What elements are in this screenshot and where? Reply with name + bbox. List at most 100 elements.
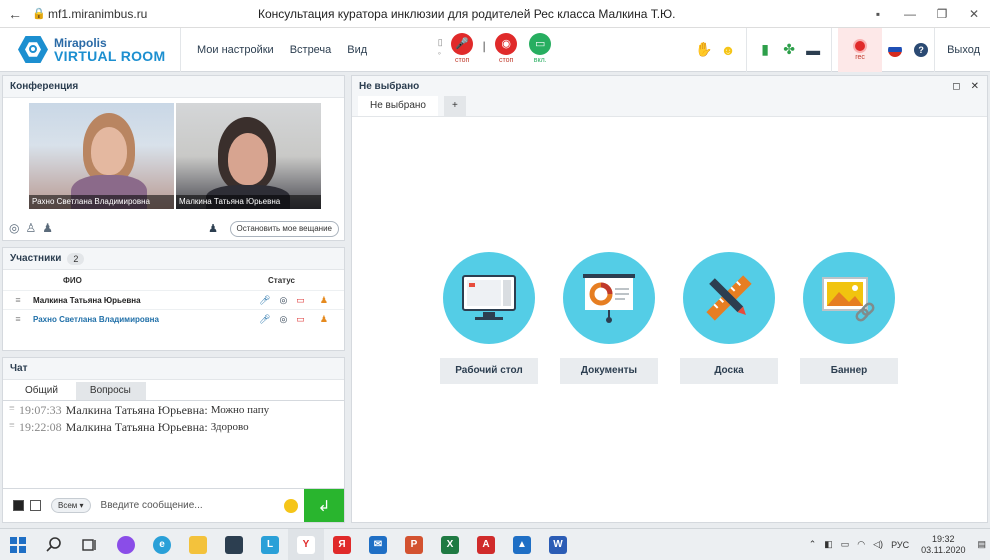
microphone-icon[interactable]: 🎤: [451, 32, 474, 55]
alice-assistant-icon[interactable]: [108, 529, 144, 560]
message-author: Малкина Татьяна Юрьевна:: [65, 420, 208, 434]
notifications-icon[interactable]: ▤: [973, 539, 990, 550]
language-indicator[interactable]: РУС: [887, 540, 913, 550]
help-icon[interactable]: ?: [914, 42, 929, 57]
screen-status-icon[interactable]: ▭: [296, 295, 305, 306]
video-tile-2-name: Малкина Татьяна Юрьевна: [176, 195, 321, 209]
participant-row[interactable]: ≡ Рахно Светлана Владимировна 🎤︎ ◎ ▭ ♟: [3, 309, 344, 328]
tile-whiteboard[interactable]: Доска: [680, 252, 778, 384]
emoji-status-icon[interactable]: ☻: [716, 42, 740, 58]
mic-status-icon[interactable]: 🎤︎: [259, 295, 270, 306]
participant-row[interactable]: ≡ Малкина Татьяна Юрьевна 🎤︎ ◎ ▭ ♟: [3, 290, 344, 309]
message-input[interactable]: Введите сообщение...: [91, 500, 284, 511]
record-button[interactable]: rec: [838, 27, 883, 72]
speaker-icon[interactable]: ♙: [25, 221, 36, 235]
browser-titlebar: ← 🔒 mf1.miranimbus.ru Консультация курат…: [0, 0, 990, 28]
network-icon[interactable]: ✤: [777, 41, 801, 58]
emoji-icon[interactable]: [284, 498, 298, 513]
minimize-icon[interactable]: —: [894, 7, 926, 21]
store-icon[interactable]: [216, 529, 252, 560]
message-menu-icon[interactable]: ≡: [9, 420, 19, 435]
search-icon[interactable]: [36, 529, 72, 560]
menu-meeting[interactable]: Встреча: [282, 44, 340, 56]
word-icon[interactable]: W: [540, 529, 576, 560]
video-tile-2[interactable]: Малкина Татьяна Юрьевна: [176, 103, 321, 209]
screen-on-label: вкл.: [533, 56, 547, 64]
pdf-reader-icon[interactable]: A: [468, 529, 504, 560]
restore-icon[interactable]: ❐: [926, 7, 958, 21]
russian-flag-icon[interactable]: [888, 42, 903, 57]
send-button[interactable]: ↲: [304, 489, 344, 522]
participants-panel: Участники 2 ФИО Статус ≡ Малкина Татьяна…: [2, 247, 345, 351]
mail-icon[interactable]: ✉: [360, 529, 396, 560]
network-tray-icon[interactable]: ◧: [820, 539, 837, 550]
poll-chart-icon[interactable]: ▮: [753, 41, 777, 58]
volume-slider[interactable]: ┃: [479, 33, 489, 63]
background-color-icon[interactable]: [30, 500, 41, 511]
task-view-icon[interactable]: [72, 529, 108, 560]
mic-status-icon[interactable]: 🎤︎: [259, 314, 270, 325]
tab-general[interactable]: Общий: [11, 382, 72, 400]
wifi-icon[interactable]: ◠: [853, 539, 869, 550]
browser-url[interactable]: mf1.miranimbus.ru: [48, 7, 218, 21]
yandex-icon[interactable]: Я: [324, 529, 360, 560]
powerpoint-icon[interactable]: P: [396, 529, 432, 560]
cam-status-icon[interactable]: ◎: [279, 314, 287, 325]
app-l-icon[interactable]: L: [252, 529, 288, 560]
stop-broadcast-button[interactable]: Остановить мое вещание: [229, 221, 339, 237]
screen-share-icon[interactable]: ▭: [529, 32, 552, 55]
tile-desktop[interactable]: Рабочий стол: [440, 252, 538, 384]
header-right-tools: ✋ ☻ ▮ ✤ ▬ rec ? Выход: [692, 27, 990, 72]
participants-table-header: ФИО Статус: [3, 270, 344, 290]
edge-browser-icon[interactable]: e: [144, 529, 180, 560]
folder-icon[interactable]: ▬: [801, 42, 825, 58]
back-arrow-icon[interactable]: ←: [0, 6, 30, 22]
video-tile-1[interactable]: Рахно Светлана Владимировна: [29, 103, 174, 209]
presenter-icon[interactable]: ♟: [42, 221, 53, 235]
tab-questions[interactable]: Вопросы: [75, 382, 146, 400]
maximize-icon[interactable]: ◻: [952, 81, 960, 92]
drag-handle-icon[interactable]: ≡: [3, 314, 33, 324]
tab-not-selected[interactable]: Не выбрано: [358, 96, 438, 116]
close-window-icon[interactable]: ✕: [958, 7, 990, 21]
text-color-icon[interactable]: [13, 500, 24, 511]
message-menu-icon[interactable]: ≡: [9, 403, 19, 418]
tile-banner-label: Баннер: [800, 358, 898, 384]
screen-status-icon[interactable]: ▭: [296, 314, 305, 325]
add-tab-button[interactable]: +: [444, 96, 466, 116]
tile-desktop-label: Рабочий стол: [440, 358, 538, 384]
file-explorer-icon[interactable]: [180, 529, 216, 560]
chevron-up-icon[interactable]: ⌃: [805, 539, 821, 550]
clock[interactable]: 19:32 03.11.2020: [913, 534, 973, 556]
user-role-icon: ♟: [319, 294, 328, 305]
excel-icon[interactable]: X: [432, 529, 468, 560]
raise-hand-icon[interactable]: ✋: [692, 41, 716, 58]
mic-level-indicator[interactable]: ▯ ◦: [435, 33, 445, 63]
mirapolis-logo: Mirapolis VIRTUAL ROOM: [0, 35, 180, 65]
camera-indicator-icon[interactable]: ▪: [862, 7, 894, 21]
menu-my-settings[interactable]: Мои настройки: [189, 44, 282, 56]
camera-settings-icon[interactable]: ◎: [9, 221, 19, 235]
browser-title: Консультация куратора инклюзии для родит…: [258, 6, 676, 21]
recipient-select[interactable]: Всем ▾: [51, 498, 91, 513]
message-time: 19:22:08: [19, 420, 62, 434]
battery-icon[interactable]: ▭: [837, 539, 854, 550]
close-icon[interactable]: ✕: [971, 81, 979, 92]
participant-name: Рахно Светлана Владимировна: [33, 314, 159, 324]
exit-button[interactable]: Выход: [934, 27, 990, 72]
tile-banner[interactable]: Баннер: [800, 252, 898, 384]
menu-view[interactable]: Вид: [339, 44, 375, 56]
workspace-header: Не выбрано ◻ ✕: [352, 76, 987, 96]
windows-start-icon[interactable]: [0, 529, 36, 560]
photos-icon[interactable]: ▲: [504, 529, 540, 560]
user-role-icon: ♟: [319, 313, 328, 324]
cam-status-icon[interactable]: ◎: [279, 295, 287, 306]
volume-icon[interactable]: ◁): [869, 539, 887, 550]
content-type-tiles: Рабочий стол Документы Доска Баннер: [440, 252, 898, 384]
tile-documents[interactable]: Документы: [560, 252, 658, 384]
conference-panel: Конференция Рахно Светлана Владимировна …: [2, 75, 345, 241]
drag-handle-icon[interactable]: ≡: [3, 295, 33, 305]
record-label: rec: [855, 53, 865, 61]
webcam-icon[interactable]: ◉: [495, 32, 518, 55]
yandex-browser-icon[interactable]: Y: [288, 528, 324, 560]
